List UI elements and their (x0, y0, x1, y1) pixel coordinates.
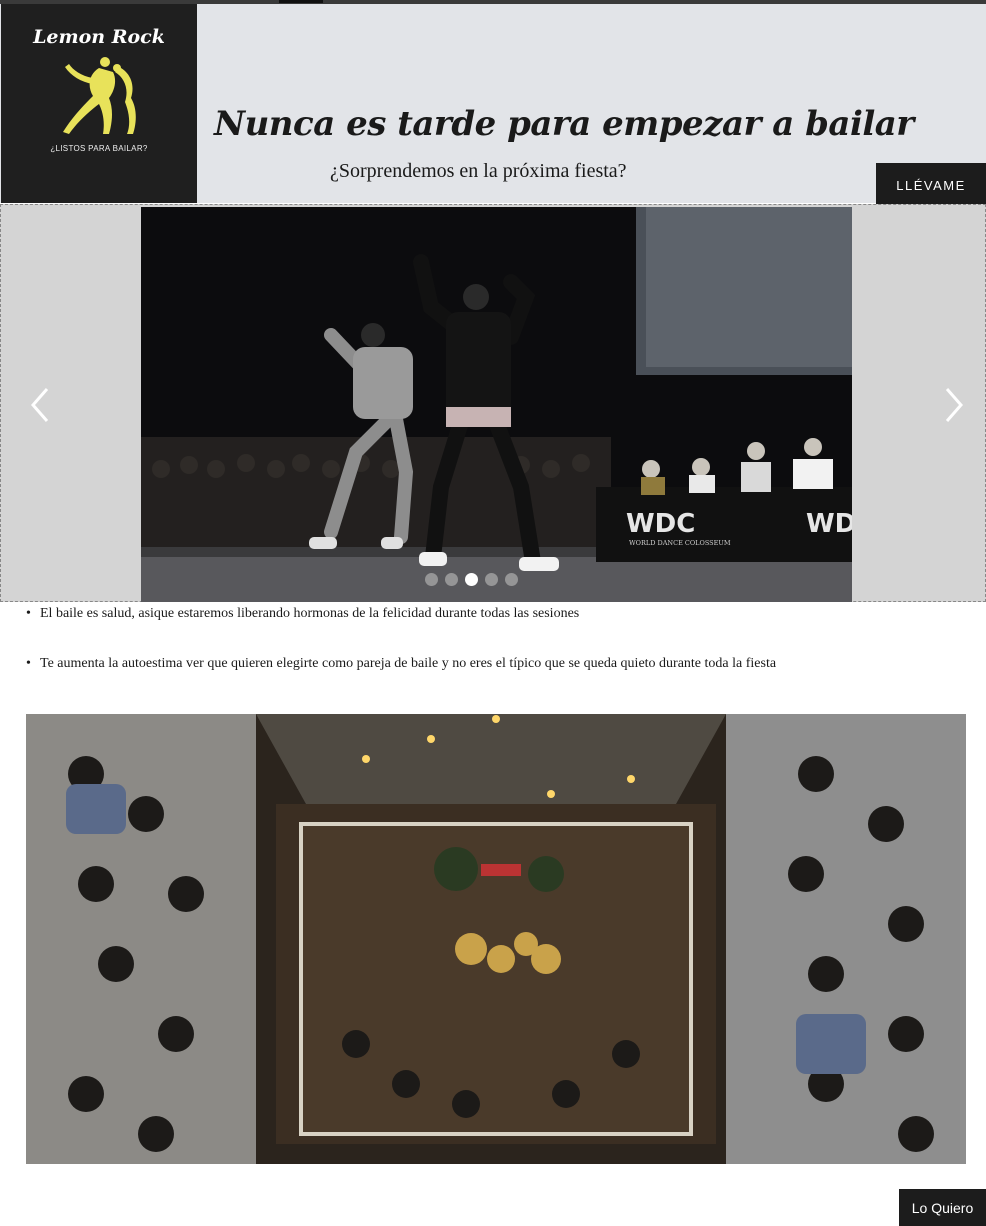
list-item: • Te aumenta la autoestima ver que quiere… (26, 656, 777, 671)
logo-tagline: ¿LISTOS PARA BAILAR? (50, 144, 148, 153)
slider-next-button[interactable] (939, 385, 969, 425)
list-item-text: Te aumenta la autoestima ver que quieren… (40, 656, 777, 671)
logo[interactable]: Lemon Rock ¿LISTOS PARA BAILAR? (1, 4, 197, 203)
concert-overhead-photo (26, 714, 966, 1164)
concert-photo-image (26, 714, 966, 1164)
slider-dot-1[interactable] (425, 573, 438, 586)
site-header: Lemon Rock ¿LISTOS PARA BAILAR? Nunca es… (0, 4, 986, 207)
llevame-button[interactable]: LLÉVAME (876, 163, 986, 207)
svg-text:WD: WD (806, 509, 852, 539)
list-item-text: El baile es salud, asique estaremos libe… (40, 606, 580, 621)
svg-text:WORLD DANCE COLOSSEUM: WORLD DANCE COLOSSEUM (629, 539, 731, 547)
chevron-right-icon (945, 388, 963, 422)
list-item: • El baile es salud, asique estaremos lib… (26, 606, 580, 621)
image-slider[interactable]: WDC WORLD DANCE COLOSSEUM WD (0, 204, 986, 602)
top-strip-segment (279, 0, 323, 3)
dance-battle-photo: WDC WORLD DANCE COLOSSEUM WD (141, 207, 852, 602)
page-subtitle: ¿Sorprendemos en la próxima fiesta? (330, 160, 627, 182)
chevron-left-icon (31, 388, 49, 422)
page-slogan: Nunca es tarde para empezar a bailar (214, 104, 914, 144)
slider-dot-5[interactable] (505, 573, 518, 586)
slider-dot-3[interactable] (465, 573, 478, 586)
lo-quiero-button[interactable]: Lo Quiero (899, 1189, 986, 1226)
dancers-logo-icon (63, 57, 136, 134)
svg-text:WDC: WDC (626, 509, 695, 539)
slider-dot-2[interactable] (445, 573, 458, 586)
slider-dots (425, 573, 518, 589)
logo-title: Lemon Rock (33, 26, 165, 48)
slide-image-dance-battle: WDC WORLD DANCE COLOSSEUM WD (141, 207, 852, 602)
slider-dot-4[interactable] (485, 573, 498, 586)
slider-prev-button[interactable] (25, 385, 55, 425)
